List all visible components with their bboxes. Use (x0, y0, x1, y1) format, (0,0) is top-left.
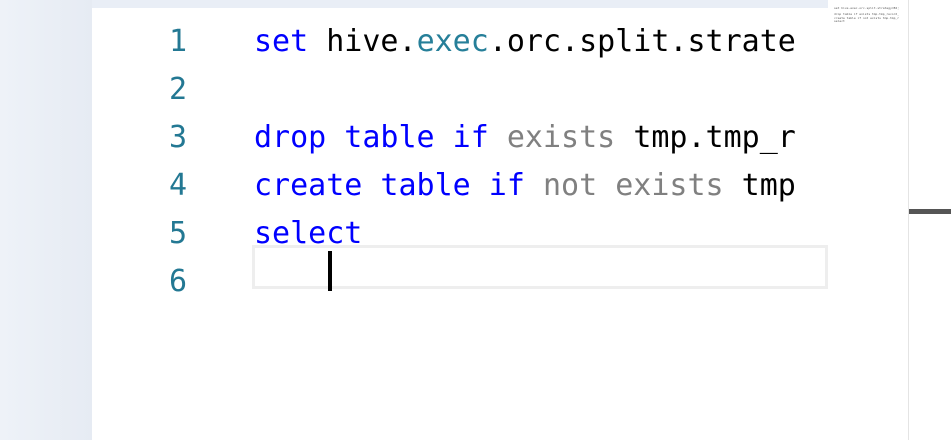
line-number: 6 (168, 264, 187, 299)
code-line[interactable]: 2 (92, 66, 828, 114)
code-token: create table if (254, 168, 543, 203)
line-number: 3 (168, 120, 187, 155)
line-number: 5 (168, 216, 187, 251)
line-code: select (254, 210, 362, 258)
code-line[interactable]: 6 (92, 258, 828, 306)
minimap[interactable]: set hive.exec.orc.split.strategy=BI; drop… (828, 0, 908, 440)
code-token: hive. (326, 24, 417, 59)
code-token: .orc.split.strate (488, 24, 796, 59)
line-code: drop table if exists tmp.tmp_r (254, 114, 796, 162)
line-number: 2 (168, 72, 187, 107)
minimap-line: set hive.exec.orc.split.strategy=BI; (834, 6, 900, 10)
line-number: 4 (168, 168, 187, 203)
code-line[interactable]: 1 set hive.exec.orc.split.strate (92, 18, 828, 66)
line-code: set hive.exec.orc.split.strate (254, 18, 796, 66)
scrollbar-thumb[interactable] (909, 209, 951, 214)
code-line[interactable]: 5 select (92, 210, 828, 258)
code-token: exec (416, 24, 489, 59)
code-token: set (254, 24, 327, 59)
line-code: create table if not exists tmp (254, 162, 796, 210)
code-token: tmp (741, 168, 796, 203)
code-token: tmp.tmp_r (633, 120, 796, 155)
vertical-scrollbar[interactable] (908, 0, 951, 440)
text-cursor (328, 251, 332, 291)
code-line[interactable]: 3 drop table if exists tmp.tmp_r (92, 114, 828, 162)
code-editor[interactable]: 1 set hive.exec.orc.split.strate 2 3 drop ta… (92, 8, 828, 440)
code-token: not exists (542, 168, 742, 203)
line-number: 1 (168, 24, 187, 59)
code-token: drop table if (254, 120, 507, 155)
code-token: exists (506, 120, 634, 155)
minimap-line: select (834, 18, 845, 23)
code-token: select (254, 216, 363, 251)
code-line[interactable]: 4 create table if not exists tmp (92, 162, 828, 210)
background-panel (0, 0, 92, 440)
